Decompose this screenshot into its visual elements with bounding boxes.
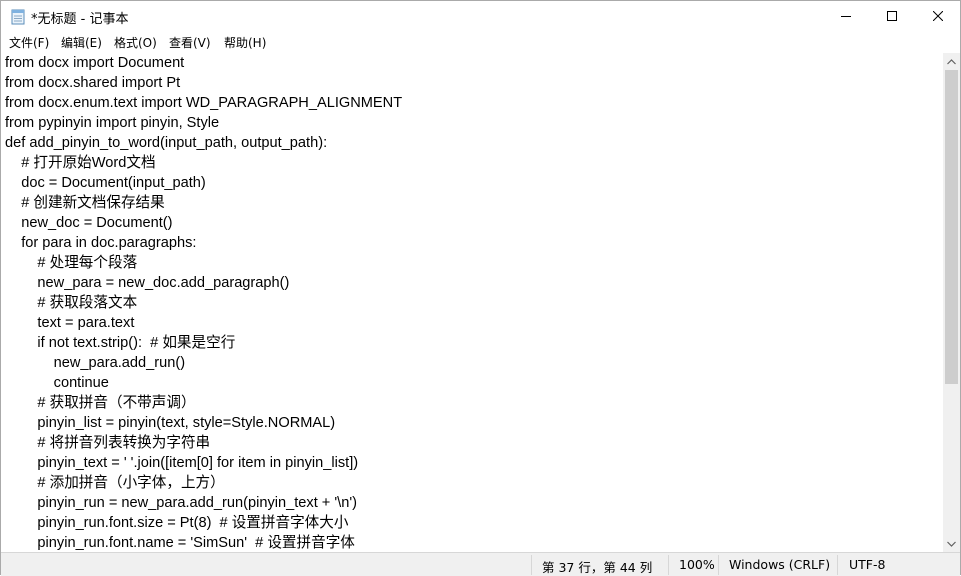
text-line: from docx import Document [5, 55, 185, 71]
cursor-position: 第 37 行，第 44 列 [542, 560, 653, 575]
line-ending: Windows (CRLF) [729, 557, 831, 572]
scroll-down-button[interactable] [943, 535, 960, 552]
text-line: pinyin_list = pinyin(text, style=Style.N… [5, 415, 336, 431]
scrollbar-thumb[interactable] [945, 70, 958, 384]
notepad-window: *无标题 - 记事本 文件(F) 编辑(E) 格式(O) 查看(V) 帮助(H)… [0, 0, 961, 576]
scroll-up-button[interactable] [943, 53, 960, 70]
text-line: pinyin_run.font.size = Pt(8) # 设置拼音字体大小 [5, 515, 349, 531]
text-line: continue [5, 375, 109, 391]
text-line: text = para.text [5, 315, 135, 331]
text-line: pinyin_text = ' '.join([item[0] for item… [5, 455, 359, 471]
scroll-down-icon [947, 541, 956, 547]
text-line: pinyin_run = new_para.add_run(pinyin_tex… [5, 495, 357, 511]
status-bar: 第 37 行，第 44 列 100% Windows (CRLF) UTF-8 [1, 552, 960, 576]
text-line: from docx.shared import Pt [5, 75, 181, 91]
status-divider [531, 555, 532, 575]
text-line: # 打开原始Word文档 [5, 155, 156, 171]
notepad-icon [11, 8, 25, 25]
scroll-up-icon [947, 58, 956, 64]
menu-help[interactable]: 帮助(H) [223, 34, 267, 51]
close-button[interactable] [915, 1, 961, 31]
text-line: # 获取段落文本 [5, 295, 138, 311]
maximize-button[interactable] [869, 1, 915, 31]
title-bar[interactable]: *无标题 - 记事本 [1, 1, 960, 32]
text-line: # 创建新文档保存结果 [5, 195, 165, 211]
text-line: from docx.enum.text import WD_PARAGRAPH_… [5, 95, 403, 111]
text-line: # 将拼音列表转换为字符串 [5, 435, 211, 451]
status-divider [668, 555, 669, 575]
text-line: new_para.add_run() [5, 355, 186, 371]
minimize-icon [841, 16, 851, 17]
text-line: # 获取拼音（不带声调） [5, 395, 196, 411]
text-line: from pypinyin import pinyin, Style [5, 115, 220, 131]
text-line: # 添加拼音（小字体，上方） [5, 475, 225, 491]
zoom-level: 100% [679, 557, 715, 572]
status-divider [837, 555, 838, 575]
status-divider [718, 555, 719, 575]
text-line: if not text.strip(): # 如果是空行 [5, 335, 236, 351]
menu-bar: 文件(F) 编辑(E) 格式(O) 查看(V) 帮助(H) [1, 32, 960, 53]
text-line: new_doc = Document() [5, 215, 173, 231]
text-line: doc = Document(input_path) [5, 175, 206, 191]
text-line: def add_pinyin_to_word(input_path, outpu… [5, 135, 328, 151]
text-line: # 处理每个段落 [5, 255, 138, 271]
minimize-button[interactable] [823, 1, 869, 31]
text-line: new_para = new_doc.add_paragraph() [5, 275, 290, 291]
text-line: for para in doc.paragraphs: [5, 235, 197, 251]
maximize-icon [887, 11, 897, 21]
text-editor[interactable]: from docx import Document from docx.shar… [2, 53, 943, 552]
text-line: pinyin_run.font.name = 'SimSun' # 设置拼音字体 [5, 535, 355, 551]
window-title: *无标题 - 记事本 [31, 12, 129, 27]
menu-file[interactable]: 文件(F) [8, 34, 50, 51]
menu-edit[interactable]: 编辑(E) [60, 34, 103, 51]
vertical-scrollbar[interactable] [943, 53, 960, 552]
close-icon [933, 11, 943, 21]
menu-format[interactable]: 格式(O) [113, 34, 158, 51]
menu-view[interactable]: 查看(V) [168, 34, 212, 51]
encoding: UTF-8 [849, 557, 886, 572]
